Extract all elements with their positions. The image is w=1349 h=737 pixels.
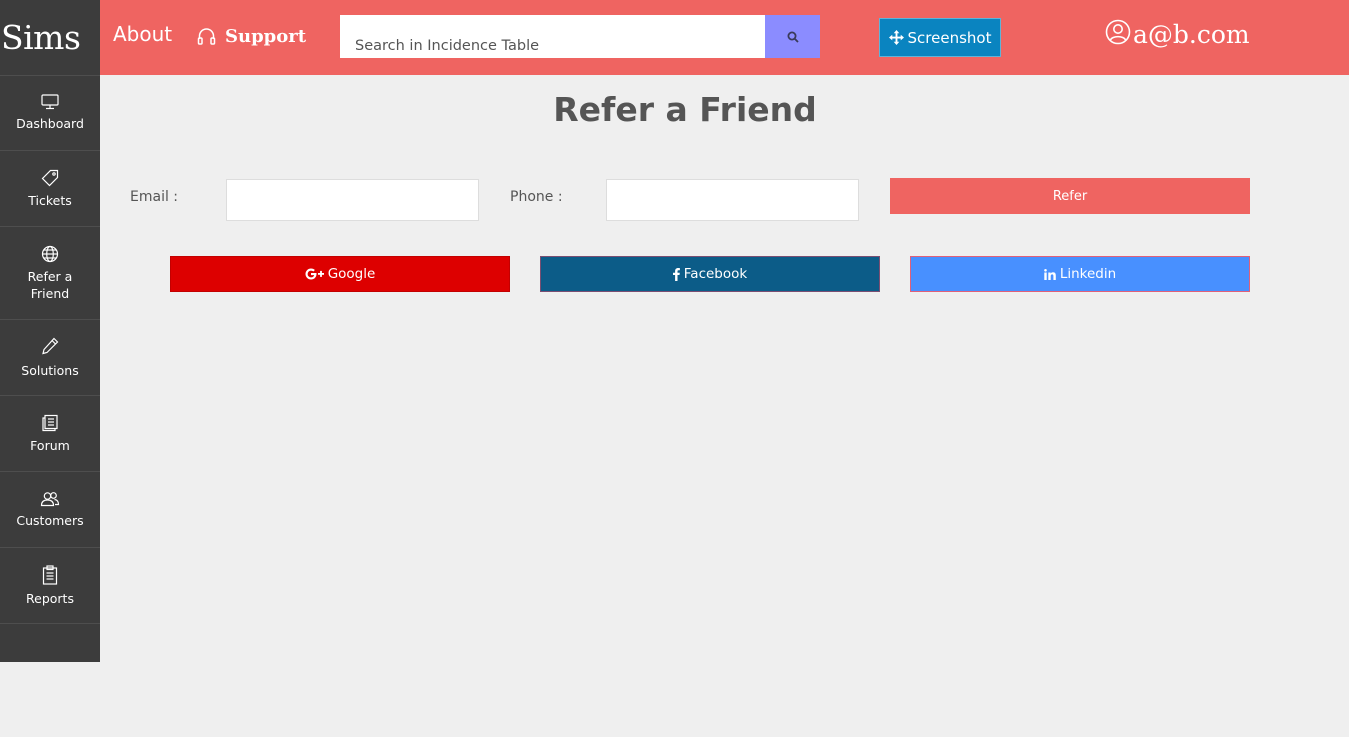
sidebar-item-solutions[interactable]: Solutions xyxy=(0,320,100,396)
sidebar-item-label: Refer a Friend xyxy=(27,268,73,301)
linkedin-label: Linkedin xyxy=(1059,266,1117,282)
pencil-icon xyxy=(42,337,59,354)
app-logo[interactable]: Sims xyxy=(0,0,100,75)
sidebar-item-label: Solutions xyxy=(21,362,79,378)
google-plus-icon xyxy=(305,268,324,280)
screenshot-button[interactable]: Screenshot xyxy=(879,18,1001,57)
page-title: Refer a Friend xyxy=(553,90,817,129)
about-link[interactable]: About xyxy=(113,22,172,46)
users-icon xyxy=(40,491,60,506)
top-header: About Support Screenshot a@b.com xyxy=(100,0,1349,75)
phone-field[interactable] xyxy=(606,179,859,221)
sidebar: Sims Dashboard Tickets Refer a Friend So… xyxy=(0,0,100,662)
email-field[interactable] xyxy=(226,179,479,221)
google-label: Google xyxy=(327,266,376,282)
sidebar-item-customers[interactable]: Customers xyxy=(0,472,100,548)
sidebar-item-refer-a-friend[interactable]: Refer a Friend xyxy=(0,227,100,320)
linkedin-button[interactable]: Linkedin xyxy=(910,256,1250,292)
search-icon xyxy=(787,31,799,43)
move-icon xyxy=(888,30,904,45)
globe-icon xyxy=(41,245,59,262)
search-input[interactable] xyxy=(340,15,765,58)
google-button[interactable]: Google xyxy=(170,256,510,292)
email-label: Email : xyxy=(130,189,179,205)
sidebar-item-label: Forum xyxy=(30,437,70,453)
user-account[interactable]: a@b.com xyxy=(1105,19,1250,49)
sidebar-item-forum[interactable]: Forum xyxy=(0,396,100,472)
sidebar-item-label: Dashboard xyxy=(16,116,84,131)
user-email: a@b.com xyxy=(1133,20,1250,49)
phone-label: Phone : xyxy=(510,189,563,205)
headset-icon xyxy=(197,27,216,45)
support-label: Support xyxy=(225,26,307,47)
facebook-icon xyxy=(672,267,680,281)
forum-icon xyxy=(42,414,58,431)
search-button[interactable] xyxy=(765,15,820,58)
sidebar-item-tickets[interactable]: Tickets xyxy=(0,151,100,227)
clipboard-icon xyxy=(42,564,58,585)
sidebar-item-label: Customers xyxy=(16,512,84,528)
screenshot-label: Screenshot xyxy=(907,28,992,47)
linkedin-icon xyxy=(1044,268,1056,280)
user-icon xyxy=(1105,19,1131,44)
facebook-button[interactable]: Facebook xyxy=(540,256,880,292)
support-link[interactable]: Support xyxy=(197,26,306,47)
sidebar-item-label: Reports xyxy=(26,590,74,606)
sidebar-item-label: Tickets xyxy=(28,192,72,208)
refer-button[interactable]: Refer xyxy=(890,178,1250,214)
sidebar-item-reports[interactable]: Reports xyxy=(0,548,100,624)
sidebar-item-dashboard[interactable]: Dashboard xyxy=(0,75,100,151)
tag-icon xyxy=(41,169,59,186)
facebook-label: Facebook xyxy=(683,266,748,282)
monitor-icon xyxy=(41,94,59,110)
